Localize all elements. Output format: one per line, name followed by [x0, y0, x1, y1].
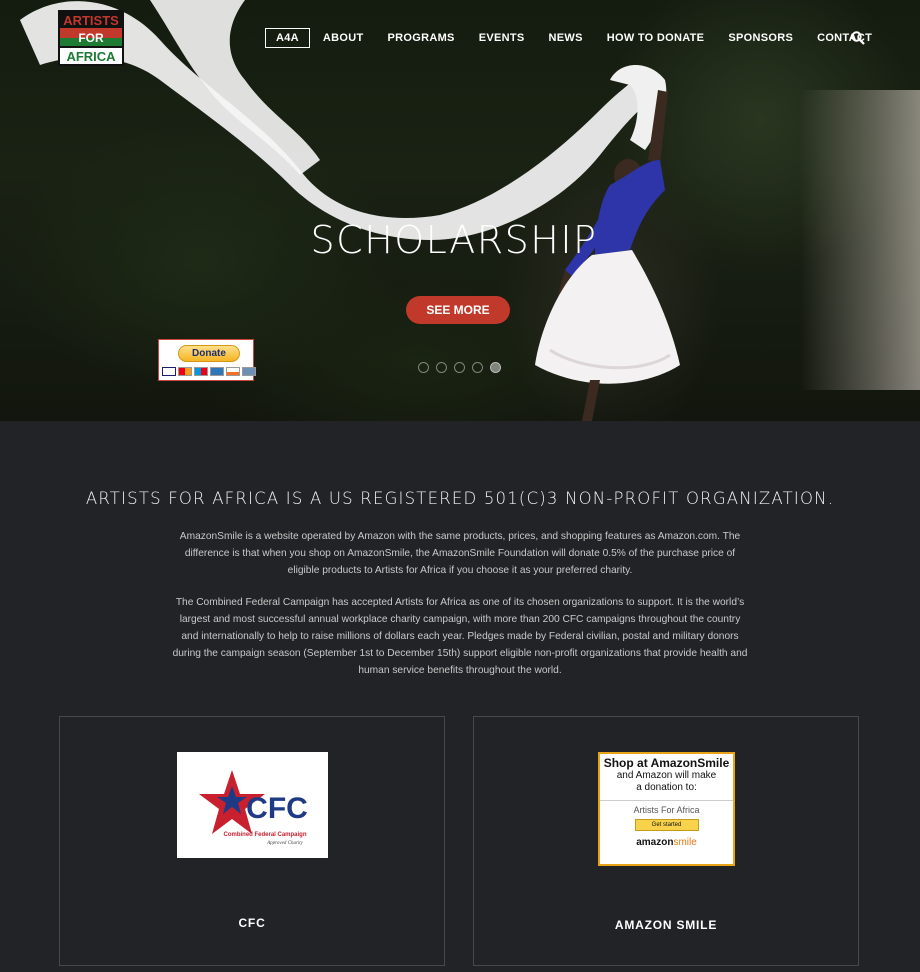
nav-programs[interactable]: PROGRAMS — [388, 32, 455, 44]
nav-events[interactable]: EVENTS — [479, 32, 525, 44]
cfc-logo-approved: Approved Charity — [266, 841, 304, 846]
visa-card-icon — [162, 367, 176, 376]
slider-dot-2[interactable] — [436, 362, 447, 373]
nav-how-to-donate[interactable]: HOW TO DONATE — [607, 32, 705, 44]
cfc-logo: CFC Combined Federal Campaign Approved C… — [177, 752, 328, 858]
cfc-logo-subtitle: Combined Federal Campaign — [223, 832, 306, 838]
amazon-banner-line2: and Amazon will make — [616, 770, 717, 781]
amazon-banner-title: Shop at AmazonSmile — [603, 756, 730, 770]
amazon-smile-card-label: AMAZON SMILE — [614, 918, 718, 932]
amazon-smile-banner: Shop at AmazonSmile and Amazon will make… — [598, 752, 735, 866]
amazon-brand-text: amazon — [636, 837, 674, 848]
amazon-smile-logo: amazonsmile — [600, 837, 733, 848]
discover-card-icon — [226, 367, 240, 376]
slider-dot-3[interactable] — [454, 362, 465, 373]
amazon-banner-line3: a donation to: — [636, 782, 697, 793]
section-heading: ARTISTS FOR AFRICA IS A US REGISTERED 50… — [85, 489, 835, 508]
maestro-card-icon — [194, 367, 208, 376]
logo-text-africa: AFRICA — [66, 49, 116, 64]
cfc-logo-text: CFC — [246, 792, 308, 825]
nav-news[interactable]: NEWS — [549, 32, 583, 44]
site-logo[interactable]: ARTISTS FOR AFRICA — [58, 10, 124, 66]
main-nav: A4A ABOUT PROGRAMS EVENTS NEWS HOW TO DO… — [265, 27, 872, 49]
cfc-card-label: CFC — [238, 916, 266, 930]
donate-button[interactable]: Donate — [178, 345, 240, 362]
see-more-button[interactable]: SEE MORE — [406, 296, 510, 324]
amazonsmile-paragraph: AmazonSmile is a website operated by Ama… — [179, 531, 741, 576]
payment-cards — [162, 367, 256, 376]
paypal-donate-widget: Donate — [158, 339, 256, 381]
bank-card-icon — [242, 367, 256, 376]
logo-text-for: FOR — [78, 31, 104, 45]
amex-card-icon — [210, 367, 224, 376]
nav-about[interactable]: ABOUT — [323, 32, 364, 44]
nav-sponsors[interactable]: SPONSORS — [728, 32, 793, 44]
mastercard-icon — [178, 367, 192, 376]
intro-section: ARTISTS FOR AFRICA IS A US REGISTERED 50… — [0, 421, 920, 972]
slider-dot-4[interactable] — [472, 362, 483, 373]
hero-slider: ARTISTS FOR AFRICA A4A ABOUT PROGRAMS EV… — [0, 0, 920, 421]
logo-text-artists: ARTISTS — [63, 13, 119, 28]
get-started-button[interactable]: Get started — [634, 819, 699, 831]
search-icon[interactable] — [851, 31, 865, 45]
cfc-card[interactable]: CFC Combined Federal Campaign Approved C… — [59, 716, 445, 966]
hero-title: SCHOLARSHIP — [310, 218, 598, 262]
nav-a4a[interactable]: A4A — [265, 28, 310, 48]
cfc-paragraph: The Combined Federal Campaign has accept… — [172, 597, 748, 676]
slider-dot-5[interactable] — [490, 362, 501, 373]
slider-dot-1[interactable] — [418, 362, 429, 373]
slider-dots — [418, 362, 501, 373]
smile-brand-text: smile — [673, 837, 697, 848]
amazon-banner-org: Artists For Africa — [600, 800, 733, 815]
amazon-smile-card[interactable]: Shop at AmazonSmile and Amazon will make… — [473, 716, 859, 966]
